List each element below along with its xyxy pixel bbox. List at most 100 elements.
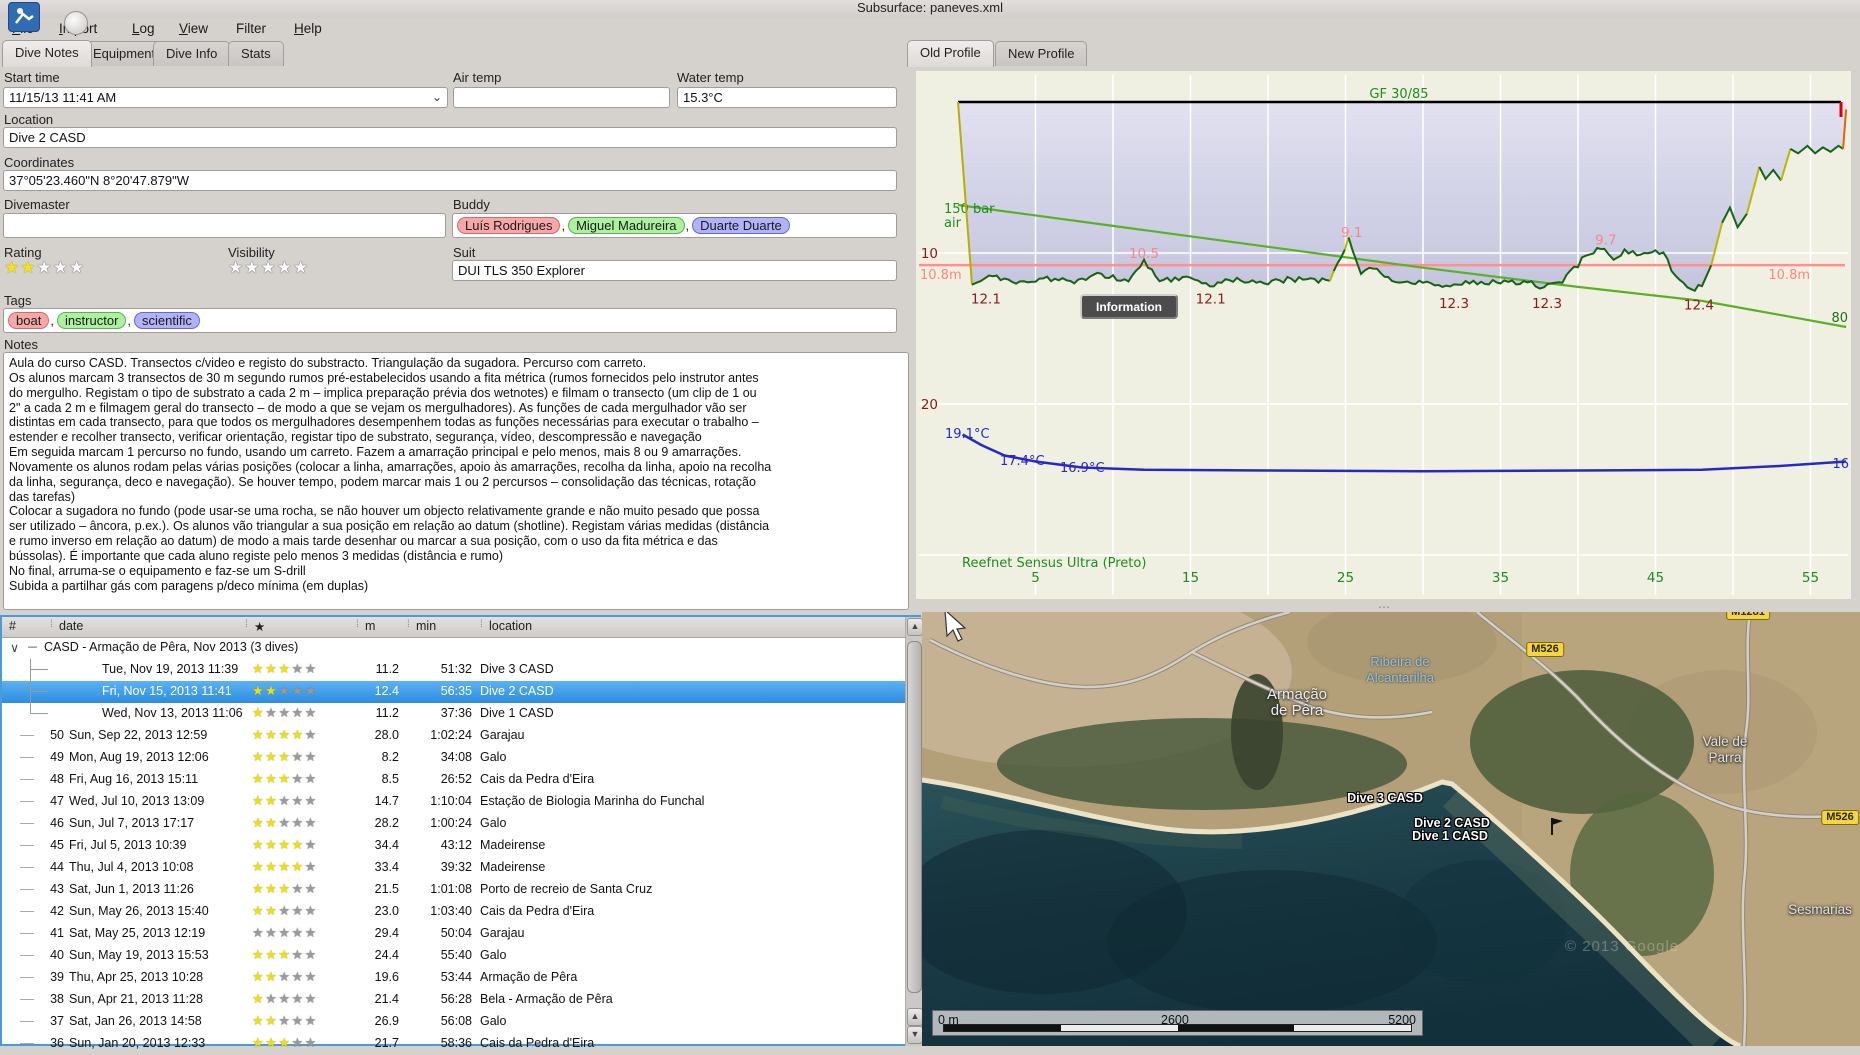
visibility-stars[interactable]: ★★★★★: [228, 258, 309, 278]
dive-duration: 34:08: [440, 750, 472, 764]
tag-pill[interactable]: Duarte Duarte: [692, 217, 790, 234]
dive-site-label[interactable]: Dive 3 CASD: [1347, 791, 1423, 805]
dive-row[interactable]: 46 Sun, Jul 7, 2013 17:17 ★★★★★ 28.2 1:00:24…: [2, 813, 919, 835]
tag-pill[interactable]: scientific: [134, 312, 200, 329]
dive-row[interactable]: 36 Sun, Jan 20, 2013 12:33 ★★★★★ 21.7 58:36 C…: [2, 1033, 919, 1055]
scroll-down-icon[interactable]: ▼: [907, 1026, 923, 1044]
dive-date: Wed, Nov 13, 2013 11:06: [102, 706, 243, 720]
dive-site-label[interactable]: Dive 2 CASD: [1414, 816, 1490, 830]
window-titlebar[interactable]: Subsurface: paneves.xml: [0, 0, 1860, 18]
tags-input[interactable]: boat, instructor, scientific: [3, 308, 897, 333]
dive-row[interactable]: 41 Sat, May 25, 2013 12:19 ★★★★★ 29.4 50:04 G…: [2, 923, 919, 945]
dive-stars: ★★★★★: [252, 991, 318, 1006]
tab-old-profile[interactable]: Old Profile: [907, 40, 994, 67]
dive-stars: ★★★★★: [252, 793, 318, 808]
water-temp-label: Water temp: [677, 70, 744, 85]
tag-pill[interactable]: boat: [8, 312, 50, 329]
dive-row[interactable]: 43 Sat, Jun 1, 2013 11:26 ★★★★★ 21.5 1:01:08…: [2, 879, 919, 901]
tab-stats[interactable]: Stats: [228, 41, 284, 66]
window-menu-button[interactable]: [64, 11, 88, 35]
chevron-down-icon[interactable]: ⌄: [432, 90, 442, 104]
dive-row[interactable]: Wed, Nov 13, 2013 11:06 ★★★★★ 11.2 37:36 Div…: [2, 703, 919, 725]
dive-number: 39: [50, 970, 64, 984]
dive-row[interactable]: 49 Mon, Aug 19, 2013 12:06 ★★★★★ 8.2 34:08 Ga…: [2, 747, 919, 769]
dive-duration: 43:12: [440, 838, 472, 852]
column-header-location[interactable]: location: [489, 619, 532, 633]
tag-pill[interactable]: Miguel Madureira: [568, 217, 685, 234]
dive-number: 42: [50, 904, 64, 918]
collapse-caret-icon[interactable]: ∨: [10, 640, 19, 655]
scrollbar-thumb[interactable]: [907, 641, 922, 993]
column-header-num[interactable]: #: [9, 619, 16, 633]
svg-text:20: 20: [921, 397, 938, 413]
dive-depth: 12.4: [374, 684, 399, 698]
svg-text:12.3: 12.3: [1439, 296, 1469, 312]
dive-row[interactable]: 45 Fri, Jul 5, 2013 10:39 ★★★★★ 34.4 43:12 Ma…: [2, 835, 919, 857]
information-tooltip[interactable]: Information: [1080, 294, 1178, 319]
tag-comma: ,: [50, 313, 54, 328]
dive-row[interactable]: 47 Wed, Jul 10, 2013 13:09 ★★★★★ 14.7 1:10:0…: [2, 791, 919, 813]
dive-profile-chart[interactable]: 10.8m 10.8m 150 barair 80 19.1°C 17.4°C 16.9°C…: [916, 71, 1851, 599]
dive-location: Cais da Pedra d'Eira: [480, 772, 595, 786]
menu-filter[interactable]: Filter: [232, 20, 270, 37]
rating-stars[interactable]: ★★★★★: [4, 258, 85, 278]
coordinates-input[interactable]: [3, 170, 897, 191]
svg-text:25: 25: [1337, 570, 1354, 586]
dive-row[interactable]: 40 Sun, May 19, 2013 15:53 ★★★★★ 24.4 55:40 G…: [2, 945, 919, 967]
dive-list-header[interactable]: # ⁞ date ⁞ ★ ⁞ m ⁞ min ⁞ location ⁞: [0, 617, 919, 638]
notes-textarea[interactable]: Aula do curso CASD. Transectos c/video e…: [3, 352, 909, 610]
dive-list-table[interactable]: # ⁞ date ⁞ ★ ⁞ m ⁞ min ⁞ location ⁞ ∨ ─ CASD - Armaçã…: [0, 615, 921, 1050]
column-header-date[interactable]: date: [59, 619, 83, 633]
row-dash: [20, 735, 34, 736]
scroll-up-icon[interactable]: ▲: [907, 618, 923, 636]
column-separator: ⁞: [407, 619, 410, 630]
scroll-up2-icon[interactable]: ▲: [907, 1008, 923, 1026]
app-icon: [8, 2, 40, 32]
dive-row-selected[interactable]: Fri, Nov 15, 2013 11:41 ★★★★★ 12.4 56:35 Div…: [2, 681, 919, 703]
dive-row[interactable]: 44 Thu, Jul 4, 2013 10:08 ★★★★★ 33.4 39:32 Ma…: [2, 857, 919, 879]
dive-site-label[interactable]: Dive 1 CASD: [1412, 829, 1488, 843]
location-input[interactable]: [3, 127, 897, 148]
dive-row[interactable]: 39 Thu, Apr 25, 2013 10:28 ★★★★★ 19.6 53:44 A…: [2, 967, 919, 989]
dive-site-map[interactable]: Armação de Pêra Ribeira de Alcantarilha Va…: [922, 612, 1860, 1046]
dive-row[interactable]: 37 Sat, Jan 26, 2013 14:58 ★★★★★ 26.9 56:08 G…: [2, 1011, 919, 1033]
svg-text:air: air: [944, 216, 962, 231]
menu-view[interactable]: View: [175, 20, 212, 37]
tab-new-profile[interactable]: New Profile: [995, 41, 1088, 66]
dive-list-scrollbar[interactable]: ▲ ▲ ▼: [905, 617, 923, 1046]
dive-number: 45: [50, 838, 64, 852]
divemaster-label: Divemaster: [4, 197, 70, 212]
svg-text:12.3: 12.3: [1532, 296, 1562, 312]
dive-row[interactable]: 50 Sun, Sep 22, 2013 12:59 ★★★★★ 28.0 1:02:2…: [2, 725, 919, 747]
air-temp-input[interactable]: [453, 87, 670, 108]
notes-label: Notes: [4, 337, 38, 352]
column-header-min[interactable]: min: [416, 619, 436, 633]
water-temp-input[interactable]: [677, 87, 897, 108]
dive-depth: 21.7: [374, 1036, 399, 1050]
tag-pill[interactable]: instructor: [56, 312, 127, 329]
dive-row[interactable]: 48 Fri, Aug 16, 2013 15:11 ★★★★★ 8.5 26:52 Ca…: [2, 769, 919, 791]
column-header-stars[interactable]: ★: [254, 619, 265, 634]
tree-branch: [30, 713, 48, 714]
dive-location: Galo: [480, 816, 507, 830]
map-scale-bar: 0 m 2600 5200: [932, 1010, 1423, 1036]
column-header-m[interactable]: m: [365, 619, 375, 633]
dive-row[interactable]: 42 Sun, May 26, 2013 15:40 ★★★★★ 23.0 1:03:4…: [2, 901, 919, 923]
tag-pill[interactable]: Luís Rodrigues: [457, 217, 561, 234]
divemaster-input[interactable]: [3, 213, 446, 238]
road-badge: M1281: [1726, 612, 1770, 620]
dive-row[interactable]: 38 Sun, Apr 21, 2013 11:28 ★★★★★ 21.4 56:28 B…: [2, 989, 919, 1011]
menu-help[interactable]: Help: [290, 20, 326, 37]
buddy-input[interactable]: Luís Rodrigues, Miguel Madureira, Duarte D…: [452, 213, 897, 238]
tab-dive-notes[interactable]: Dive Notes: [2, 40, 92, 67]
suit-input[interactable]: [452, 260, 897, 281]
dive-trip-group-row[interactable]: ∨ ─ CASD - Armação de Pêra, Nov 2013 (3 di…: [2, 637, 919, 659]
tab-dive-info[interactable]: Dive Info: [153, 41, 231, 66]
dive-date: Fri, Nov 15, 2013 11:41: [102, 684, 232, 698]
dive-row[interactable]: Tue, Nov 19, 2013 11:39 ★★★★★ 11.2 51:32 Div…: [2, 659, 919, 681]
start-time-input[interactable]: [3, 87, 448, 108]
column-separator: ⁞: [245, 619, 248, 630]
dive-stars: ★★★★★: [252, 1035, 318, 1050]
menu-log[interactable]: Log: [128, 20, 159, 37]
dive-depth: 8.5: [381, 772, 399, 786]
